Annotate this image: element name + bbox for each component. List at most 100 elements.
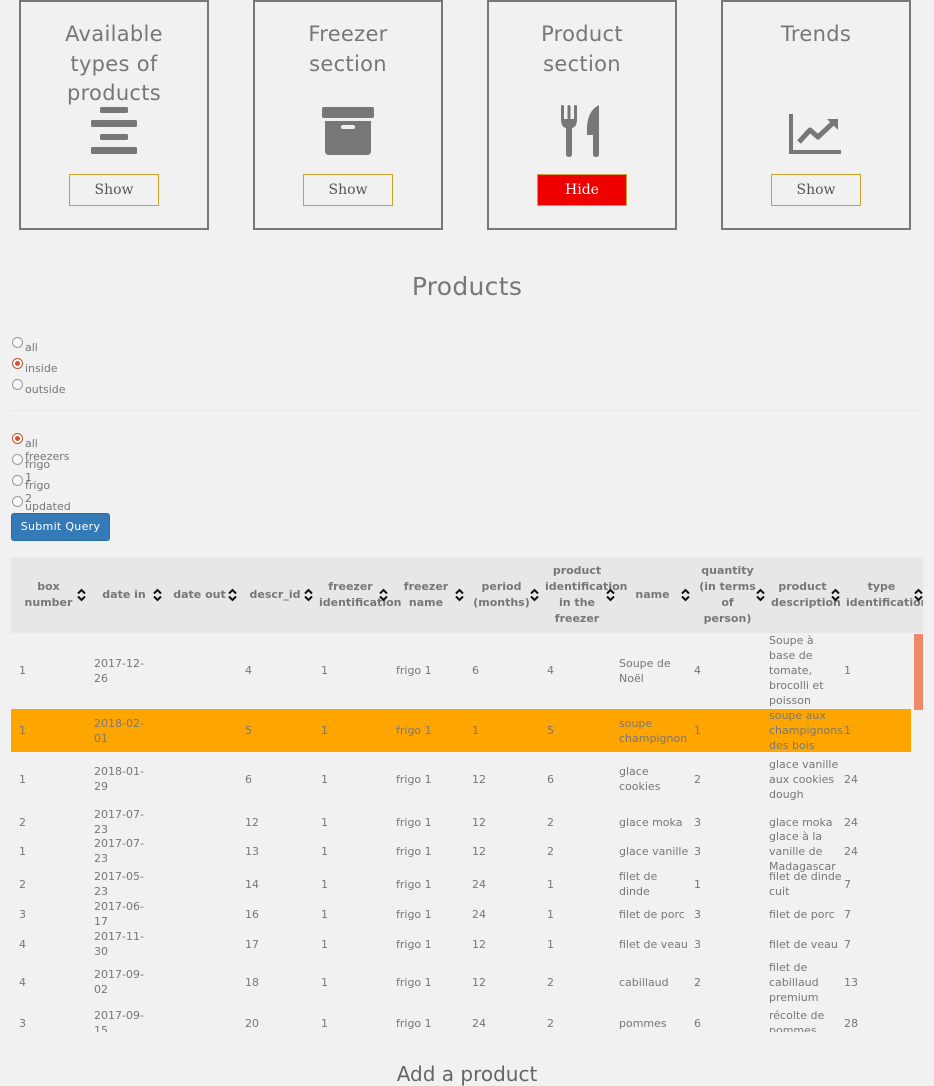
column-header[interactable]: freezer identification — [313, 557, 401, 633]
table-cell: Soupe à base de tomate, brocolli et pois… — [769, 634, 824, 707]
show-freezer-button[interactable]: Show — [303, 174, 393, 206]
table-cell: 1 — [19, 664, 26, 677]
radio-outside[interactable] — [12, 379, 23, 390]
table-row[interactable]: 3 2017-06-17 16 1 frigo 1 24 1 filet de porc 3 fi… — [11, 900, 911, 928]
table-row[interactable]: 1 2017-07-23 13 1 frigo 1 12 2 glace vanille 3 gl… — [11, 830, 911, 873]
table-cell: 1 — [321, 1016, 328, 1030]
table-cell: 4 — [19, 975, 26, 989]
table-cell: 17 — [245, 937, 259, 951]
card-title-line: types of — [70, 51, 158, 76]
table-row[interactable]: 2 2017-05-23 14 1 frigo 1 24 1 filet de dinde 1 f… — [11, 870, 911, 898]
table-cell: frigo 1 — [396, 815, 432, 829]
table-row[interactable]: 4 2017-09-02 18 1 frigo 1 12 2 cabillaud 2 filet … — [11, 960, 911, 1004]
show-types-button[interactable]: Show — [69, 174, 159, 206]
sort-icon[interactable] — [153, 588, 162, 602]
hide-products-button[interactable]: Hide — [537, 174, 627, 206]
table-cell: frigo 1 — [396, 937, 432, 951]
radio-frigo-1[interactable] — [12, 454, 23, 465]
table-cell: 13 — [844, 975, 858, 989]
table-row[interactable]: 1 2017-12-26 4 1 frigo 1 6 4 Soupe de Noël 4 Soup… — [11, 634, 911, 707]
sort-icon[interactable] — [756, 588, 765, 602]
table-cell: 6 — [547, 772, 554, 786]
column-header[interactable]: period (months) — [464, 557, 539, 633]
radio-all-freezers[interactable] — [12, 433, 23, 444]
card-title-line: section — [309, 51, 387, 76]
column-header-label: product description — [771, 580, 841, 609]
table-cell: 1 — [19, 772, 26, 786]
table-cell: 4 — [694, 664, 701, 677]
sort-icon[interactable] — [455, 588, 464, 602]
table-cell: glace vanille aux cookies dough — [769, 757, 839, 801]
table-cell: filet de veau — [619, 937, 688, 951]
sort-icon[interactable] — [606, 588, 615, 602]
column-header[interactable]: date out — [162, 557, 237, 633]
show-trends-button[interactable]: Show — [771, 174, 861, 206]
column-header[interactable]: freezer name — [388, 557, 464, 633]
radio-all[interactable] — [12, 337, 23, 348]
radio-inside[interactable] — [12, 358, 23, 369]
column-header-label: date out — [173, 588, 226, 601]
table-row[interactable]: 1 2018-02-01 5 1 frigo 1 1 5 soupe champignon 1 s… — [11, 709, 911, 752]
table-cell: soupe aux champignons des bois — [769, 709, 843, 752]
radio-label: outside — [25, 383, 66, 396]
column-header[interactable]: descr_id — [237, 557, 313, 633]
table-cell: 4 — [547, 664, 554, 677]
table-cell: 7 — [844, 937, 851, 951]
sort-icon[interactable] — [831, 588, 840, 602]
column-header[interactable]: product description — [765, 557, 841, 633]
table-cell — [170, 870, 230, 898]
table-cell: 2017-09-02 — [94, 968, 144, 996]
table-cell: 14 — [245, 877, 259, 891]
table-cell: 3 — [694, 937, 701, 951]
card-title: Freezer section — [255, 20, 441, 79]
sort-icon[interactable] — [681, 588, 690, 602]
table-cell: filet de cabillaud premium — [769, 960, 819, 1004]
table-cell: 12 — [472, 815, 486, 829]
radio-updated[interactable] — [12, 496, 23, 507]
table-cell: glace moka — [619, 815, 683, 829]
sort-icon[interactable] — [304, 588, 313, 602]
table-cell — [170, 900, 230, 928]
table-cell: 12 — [472, 844, 486, 858]
table-row[interactable]: 4 2017-11-30 17 1 frigo 1 12 1 filet de veau 3 fi… — [11, 930, 911, 958]
radio-frigo-2[interactable] — [12, 475, 23, 486]
sort-icon[interactable] — [530, 588, 539, 602]
table-cell: 2 — [694, 975, 701, 989]
table-cell: 2017-07-23 — [94, 808, 144, 836]
table-cell: 24 — [844, 815, 858, 829]
divider — [11, 410, 923, 411]
table-cell: 6 — [472, 664, 479, 677]
archive-box-icon — [255, 107, 441, 157]
add-product-heading: Add a product — [396, 1062, 538, 1086]
sort-icon[interactable] — [914, 588, 923, 602]
sort-icon[interactable] — [228, 588, 237, 602]
table-cell — [170, 834, 230, 868]
column-header[interactable]: date in — [86, 557, 162, 633]
table-cell: frigo 1 — [396, 907, 432, 921]
table-row[interactable]: 1 2018-01-29 6 1 frigo 1 12 6 glace cookies 2 gla… — [11, 752, 911, 806]
table-cell: 1 — [321, 975, 328, 989]
table-cell: glace cookies — [619, 765, 661, 793]
table-header: box number date in date out descr_id freezer… — [11, 557, 923, 633]
table-cell: 1 — [694, 877, 701, 891]
table-row[interactable]: 3 2017-09-15 20 1 frigo 1 24 2 pommes 6 récolte d… — [11, 1008, 911, 1032]
sort-icon[interactable] — [77, 588, 86, 602]
scrollbar-thumb[interactable] — [914, 634, 923, 710]
column-header-label: type identification — [846, 580, 923, 609]
table-scrollbar[interactable] — [912, 634, 923, 1032]
sort-icon[interactable] — [379, 588, 388, 602]
table-cell: 2017-06-17 — [94, 900, 144, 928]
column-header[interactable]: name — [615, 557, 690, 633]
table-cell: 3 — [694, 844, 701, 858]
column-header[interactable]: quantity (in terms of person) — [690, 557, 765, 633]
table-cell: filet de veau — [769, 937, 838, 951]
table-cell: frigo 1 — [396, 724, 432, 737]
table-cell: 2018-01-29 — [94, 765, 144, 793]
column-header[interactable]: box number — [11, 557, 86, 633]
submit-query-button[interactable]: Submit Query — [11, 513, 110, 541]
table-cell — [170, 812, 230, 832]
table-cell: filet de porc — [619, 907, 685, 921]
table-cell: 1 — [321, 664, 328, 677]
column-header[interactable]: product identification in the freezer — [539, 557, 627, 633]
column-header[interactable]: type identification — [840, 557, 923, 633]
